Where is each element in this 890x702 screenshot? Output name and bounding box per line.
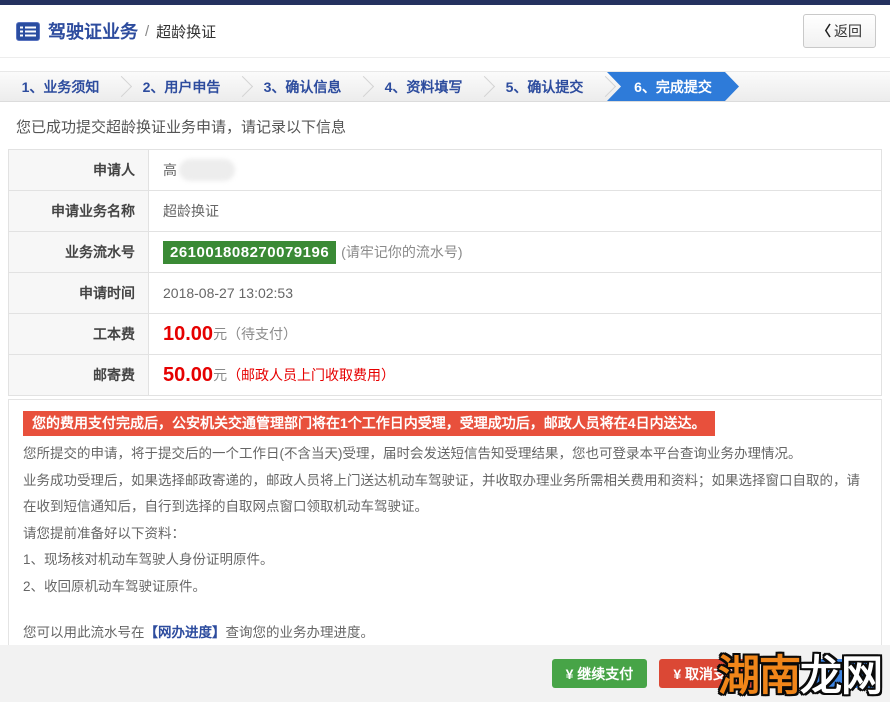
progress-text-before: 您可以用此流水号在 bbox=[23, 625, 145, 640]
table-row-apply-time: 申请时间 2018-08-27 13:02:53 bbox=[9, 273, 881, 314]
note-list-item-2: 2、收回原机动车驾驶证原件。 bbox=[23, 578, 207, 594]
business-name-label: 申请业务名称 bbox=[9, 191, 149, 231]
tab-step-6-active[interactable]: 6、完成提交 bbox=[607, 72, 739, 101]
tab-step-6-label: 6、完成提交 bbox=[634, 78, 712, 95]
breadcrumb-separator: / bbox=[145, 22, 150, 40]
table-row-fee: 工本费 10.00 元（待支付） bbox=[9, 314, 881, 355]
obscured-blue-button[interactable] bbox=[813, 659, 875, 688]
postage-label: 邮寄费 bbox=[9, 355, 149, 395]
table-row-business-name: 申请业务名称 超龄换证 bbox=[9, 191, 881, 232]
tab-step-5-label: 5、确认提交 bbox=[505, 78, 584, 95]
serial-number-badge: 261001808270079196 bbox=[163, 240, 337, 264]
chevron-left-icon: 〈 bbox=[817, 23, 831, 39]
tab-step-1[interactable]: 1、业务须知 bbox=[0, 72, 133, 101]
info-table: 申请人 高 申请业务名称 超龄换证 业务流水号 2610018082700791… bbox=[8, 149, 882, 396]
note-paragraph-3: 请您提前准备好以下资料： bbox=[23, 525, 185, 541]
tab-step-4[interactable]: 4、资料填写 bbox=[363, 72, 496, 101]
progress-link[interactable]: 【网办进度】 bbox=[145, 625, 226, 640]
table-row-postage: 邮寄费 50.00 元 （邮政人员上门收取费用） bbox=[9, 355, 881, 396]
tab-step-1-label: 1、业务须知 bbox=[21, 78, 100, 95]
note-list-item-1: 1、现场核对机动车驾驶人身份证明原件。 bbox=[23, 552, 274, 567]
progress-text-after: 查询您的业务办理进度。 bbox=[225, 625, 375, 640]
tab-step-5[interactable]: 5、确认提交 bbox=[484, 72, 617, 101]
tab-step-3[interactable]: 3、确认信息 bbox=[242, 72, 375, 101]
continue-payment-button[interactable]: ¥ 继续支付 bbox=[551, 659, 648, 688]
apply-time-label: 申请时间 bbox=[9, 273, 149, 313]
postage-unit: 元 bbox=[213, 367, 228, 383]
footer-action-bar: ¥ 继续支付 ¥ 取消支付 bbox=[0, 645, 890, 702]
redacted-name-blur bbox=[179, 159, 235, 181]
chevron-separator-icon bbox=[594, 75, 617, 98]
cancel-payment-button[interactable]: ¥ 取消支付 bbox=[659, 659, 755, 688]
serial-number-label: 业务流水号 bbox=[9, 232, 149, 272]
list-icon bbox=[16, 21, 40, 41]
notice-banner: 您的费用支付完成后，公安机关交通管理部门将在1个工作日内受理，受理成功后，邮政人… bbox=[23, 411, 715, 436]
header: 驾驶证业务 / 超龄换证 〈 返回 bbox=[0, 5, 890, 58]
postage-value: 50.00 元 （邮政人员上门收取费用） bbox=[149, 355, 881, 395]
table-row-serial-number: 业务流水号 261001808270079196 (请牢记你的流水号) bbox=[9, 232, 881, 273]
applicant-value: 高 bbox=[149, 150, 881, 190]
applicant-name-visible: 高 bbox=[163, 162, 177, 178]
fee-value: 10.00 元（待支付） bbox=[149, 314, 881, 354]
table-row-applicant: 申请人 高 bbox=[9, 150, 881, 191]
note-paragraph-2: 业务成功受理后，如果选择邮政寄递的，邮政人员将上门送达机动车驾驶证，并收取办理业… bbox=[23, 472, 860, 515]
step-tabs: 1、业务须知 2、用户申告 3、确认信息 4、资料填写 5、确认提交 6、完成提… bbox=[0, 71, 890, 102]
applicant-label: 申请人 bbox=[9, 150, 149, 190]
fee-label: 工本费 bbox=[9, 314, 149, 354]
serial-number-note: (请牢记你的流水号) bbox=[341, 244, 463, 260]
back-button-label: 返回 bbox=[834, 23, 862, 39]
notes-box: 您的费用支付完成后，公安机关交通管理部门将在1个工作日内受理，受理成功后，邮政人… bbox=[8, 399, 882, 662]
tab-step-2[interactable]: 2、用户申告 bbox=[121, 72, 254, 101]
fee-note: 元（待支付） bbox=[213, 326, 298, 342]
back-button[interactable]: 〈 返回 bbox=[803, 14, 876, 48]
apply-time-value: 2018-08-27 13:02:53 bbox=[149, 273, 881, 313]
tab-step-2-label: 2、用户申告 bbox=[142, 78, 221, 95]
serial-number-value: 261001808270079196 (请牢记你的流水号) bbox=[149, 232, 881, 272]
tab-step-4-label: 4、资料填写 bbox=[384, 78, 463, 95]
page: 驾驶证业务 / 超龄换证 〈 返回 1、业务须知 2、用户申告 3、确认信息 4… bbox=[0, 0, 890, 702]
progress-note: 您可以用此流水号在【网办进度】查询您的业务办理进度。 bbox=[23, 620, 867, 647]
note-paragraph-1: 您所提交的申请，将于提交后的一个工作日(不含当天)受理，届时会发送短信告知受理结… bbox=[23, 446, 802, 461]
business-name-value: 超龄换证 bbox=[149, 191, 881, 231]
tab-step-3-label: 3、确认信息 bbox=[263, 78, 342, 95]
fee-amount: 10.00 bbox=[163, 322, 214, 345]
breadcrumb: 超龄换证 bbox=[156, 23, 217, 41]
postage-amount: 50.00 bbox=[163, 363, 214, 386]
postage-note: （邮政人员上门收取费用） bbox=[227, 367, 396, 383]
success-message: 您已成功提交超龄换证业务申请，请记录以下信息 bbox=[16, 119, 347, 136]
page-title: 驾驶证业务 bbox=[48, 22, 138, 42]
